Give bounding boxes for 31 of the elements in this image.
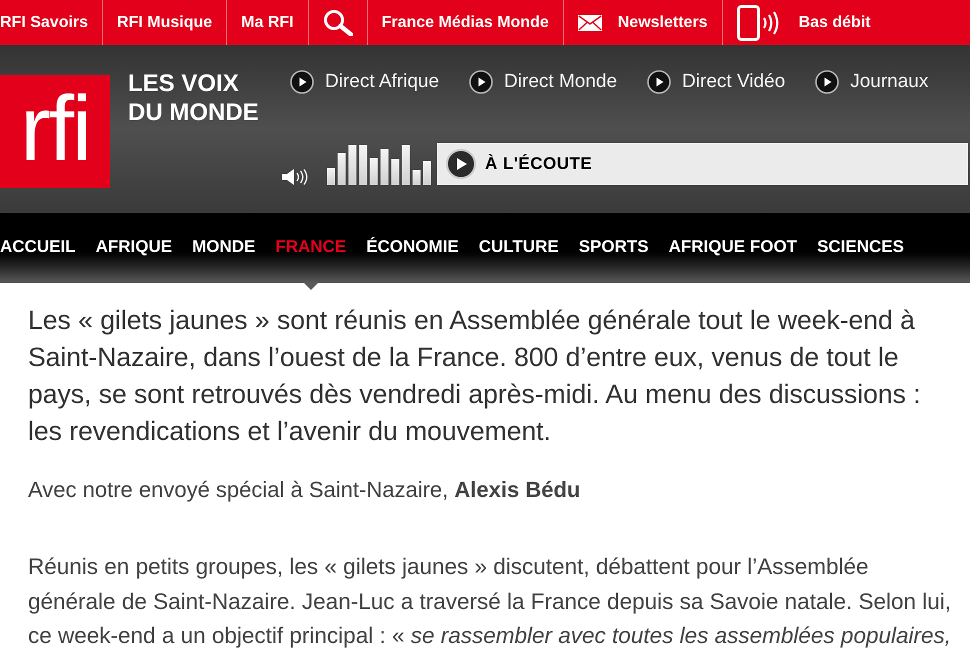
search-icon (322, 9, 353, 36)
nav-tab[interactable]: ACCUEIL (0, 234, 76, 260)
byline: Avec notre envoyé spécial à Saint-Nazaire, Alexis Bédu (28, 476, 582, 504)
nav-tab[interactable]: SPORTS (578, 234, 649, 260)
nav-tab[interactable]: SCIENCES (817, 234, 904, 260)
play-icon (457, 158, 467, 170)
play-circle-icon (290, 70, 314, 94)
play-button[interactable] (446, 149, 476, 179)
live-link[interactable]: Journaux (815, 68, 928, 96)
low-bandwidth-link[interactable]: Bas débit (722, 0, 885, 45)
nav-tab[interactable]: ÉCONOMIE (366, 234, 459, 260)
tagline: LES VOIX DU MONDE (128, 69, 260, 127)
nav-tab[interactable]: AFRIQUE FOOT (668, 234, 798, 260)
speaker-icon[interactable] (282, 169, 308, 185)
equalizer-icon (327, 145, 431, 185)
article-paragraph: Réunis en petits groupes, les « gilets jaunes » discutent, débattent pour l’Assemblée générale de Saint-Nazaire. Jean-Luc a traversé la France depuis sa Savoie natale. Selon lui, ce week-end a un objectif principal : « se rassembler avec toutes les assemblées populaires, (28, 553, 952, 650)
now-playing-label: À L'ÉCOUTE (485, 153, 592, 176)
nav-tab[interactable]: CULTURE (478, 234, 559, 260)
play-circle-icon (647, 70, 672, 94)
logo[interactable]: rfi (0, 75, 110, 188)
pointer-icon (304, 283, 318, 290)
live-link[interactable]: Direct Monde (469, 68, 618, 96)
live-link[interactable]: Direct Afrique (290, 68, 440, 96)
nav-tab[interactable]: FRANCE (275, 234, 346, 260)
live-link[interactable]: Direct Vidéo (647, 68, 786, 96)
nav-tab[interactable]: AFRIQUE (96, 234, 172, 260)
envelope-icon (578, 14, 602, 30)
play-circle-icon (469, 70, 494, 94)
nav-tab[interactable]: MONDE (192, 234, 256, 260)
article-lead: Les « gilets jaunes » sont réunis en Assemblée générale tout le week-end à Saint-Nazaire, dans l’ouest de la France. 800 d’entre eux, venus de tout le pays, se sont retrouvés dès vendredi après-midi. Au menu des discussions : les revendications et l’avenir du mouvement. (28, 304, 922, 448)
play-circle-icon (815, 70, 840, 94)
